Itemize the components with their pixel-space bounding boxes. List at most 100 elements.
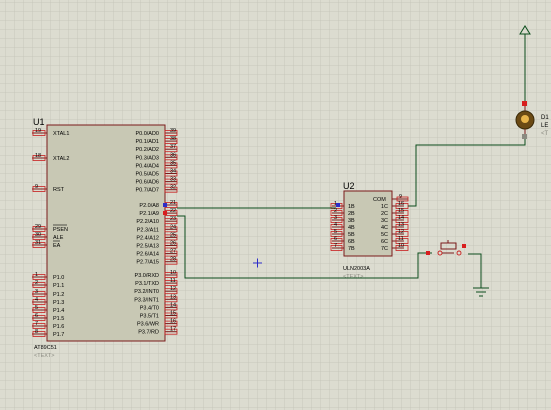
pin-name: P3.2/INT0 — [134, 289, 159, 295]
schematic[interactable]: U1 AT89C51 <TEXT> XTAL119XTAL218RST9PSEN… — [0, 0, 551, 410]
pin-name: P1.3 — [53, 300, 64, 306]
pin-number: 16 — [398, 201, 404, 207]
pin-name: 2B — [348, 211, 355, 217]
pin-number: 21 — [170, 200, 176, 206]
pin-name: P1.4 — [53, 308, 64, 314]
pin-name: P1.1 — [53, 283, 64, 289]
pin-name: 6C — [381, 239, 388, 245]
pin-name: P0.1/AD1 — [135, 139, 159, 145]
pin-name: 3C — [381, 218, 388, 224]
pin-name: 5C — [381, 232, 388, 238]
pin-number: 3 — [35, 289, 38, 295]
pin-number: 39 — [170, 128, 176, 134]
pin-name: P3.0/RXD — [135, 273, 159, 279]
pin-number: 11 — [398, 236, 404, 242]
pin-21-dot — [163, 203, 167, 207]
pin-name: P2.0/A8 — [139, 203, 159, 209]
pin-number: 15 — [398, 208, 404, 214]
pin-name: 7B — [348, 246, 355, 252]
u1-part: AT89C51 — [34, 345, 57, 351]
pin-number: 29 — [35, 224, 41, 230]
pin-number: 23 — [170, 216, 176, 222]
pin-number: 16 — [170, 319, 176, 325]
u1-microcontroller[interactable]: U1 AT89C51 <TEXT> XTAL119XTAL218RST9PSEN… — [32, 117, 178, 359]
u2-pin-1-dot — [336, 203, 340, 207]
pin-number: 36 — [170, 152, 176, 158]
pin-name: 3B — [348, 218, 355, 224]
u2-ref: U2 — [343, 181, 355, 191]
pin-name: 6B — [348, 239, 355, 245]
pin-name: 1B — [348, 204, 355, 210]
pin-name: P0.2/AD2 — [135, 147, 159, 153]
pin-name: PSEN — [53, 227, 68, 233]
pin-name: P1.7 — [53, 332, 64, 338]
pin-name: P2.2/A10 — [136, 219, 159, 225]
pin-number: 5 — [334, 229, 337, 235]
pin-number: 33 — [170, 177, 176, 183]
pin-name: P2.3/A11 — [137, 227, 159, 233]
pin-number: 8 — [35, 329, 38, 335]
pin-number: 7 — [35, 321, 38, 327]
pin-number: 13 — [398, 222, 404, 228]
led-text-label: <T — [541, 131, 549, 137]
pin-number: 22 — [170, 208, 176, 214]
pin-name: P3.5/T1 — [140, 314, 159, 320]
led-ref: D1 — [541, 115, 549, 121]
pin-name: P3.4/T0 — [140, 305, 159, 311]
pin-number: 37 — [170, 144, 176, 150]
u1-ref: U1 — [33, 117, 45, 127]
pin-number: 9 — [35, 184, 38, 190]
pin-name: P2.7/A15 — [136, 260, 159, 266]
pin-name: P3.1/TXD — [135, 281, 159, 287]
switch-right-contact — [456, 250, 462, 256]
led-top-pin — [522, 101, 527, 106]
u1-text-label: <TEXT> — [34, 353, 54, 359]
pin-number: 11 — [170, 278, 176, 284]
pin-name: P2.5/A13 — [136, 244, 159, 250]
pin-number: 14 — [170, 302, 176, 308]
pin-name: 1C — [381, 204, 388, 210]
pin-name: 5B — [348, 232, 355, 238]
pin-name: P2.6/A14 — [136, 252, 159, 258]
u2-text-label: <TEXT> — [343, 274, 363, 280]
pin-name: P0.7/AD7 — [135, 188, 159, 194]
pin-name: P1.0 — [53, 275, 64, 281]
pin-number: 12 — [170, 286, 176, 292]
u2-com-label: COM — [373, 197, 386, 203]
pin-number: 2 — [35, 280, 38, 286]
pin-name: 7C — [381, 246, 388, 252]
pin-number: 7 — [334, 243, 337, 249]
pin-name: P1.5 — [53, 316, 64, 322]
pin-number: 18 — [35, 153, 41, 159]
pin-number: 1 — [35, 272, 38, 278]
schematic-canvas[interactable]: U1 AT89C51 <TEXT> XTAL1 19 XTAL2 18 RST 9 PSEN… — [0, 0, 551, 410]
pin-name: 4B — [348, 225, 355, 231]
pin-number: 4 — [35, 297, 38, 303]
pin-name: P0.4/AD4 — [135, 163, 159, 169]
pin-number: 2 — [334, 208, 337, 214]
switch-left-pin — [426, 251, 430, 255]
pin-number: 6 — [334, 236, 337, 242]
led-part: LE — [541, 123, 548, 129]
pin-number: 38 — [170, 136, 176, 142]
pin-number: 31 — [35, 240, 41, 246]
pin-name: P3.3/INT1 — [134, 297, 159, 303]
pin-number: 14 — [398, 215, 404, 221]
pin-name: P3.6/WR — [137, 322, 159, 328]
pin-name: P0.5/AD5 — [135, 172, 159, 178]
pin-name: P2.1/A9 — [139, 211, 159, 217]
pin-22-dot — [163, 211, 167, 215]
pin-number: 30 — [35, 232, 41, 238]
pin-number: 4 — [334, 222, 337, 228]
pin-number: 13 — [170, 294, 176, 300]
pin-name: P1.6 — [53, 324, 64, 330]
pin-number: 34 — [170, 169, 176, 175]
pin-number: 5 — [35, 305, 38, 311]
pin-name: P1.2 — [53, 292, 64, 298]
led-bottom-pin — [522, 134, 527, 139]
pin-name: 4C — [381, 225, 388, 231]
pin-number: 26 — [170, 241, 176, 247]
switch-right-pin — [462, 244, 466, 248]
switch-left-contact — [437, 250, 443, 256]
pin-name: P2.4/A12 — [136, 235, 159, 241]
